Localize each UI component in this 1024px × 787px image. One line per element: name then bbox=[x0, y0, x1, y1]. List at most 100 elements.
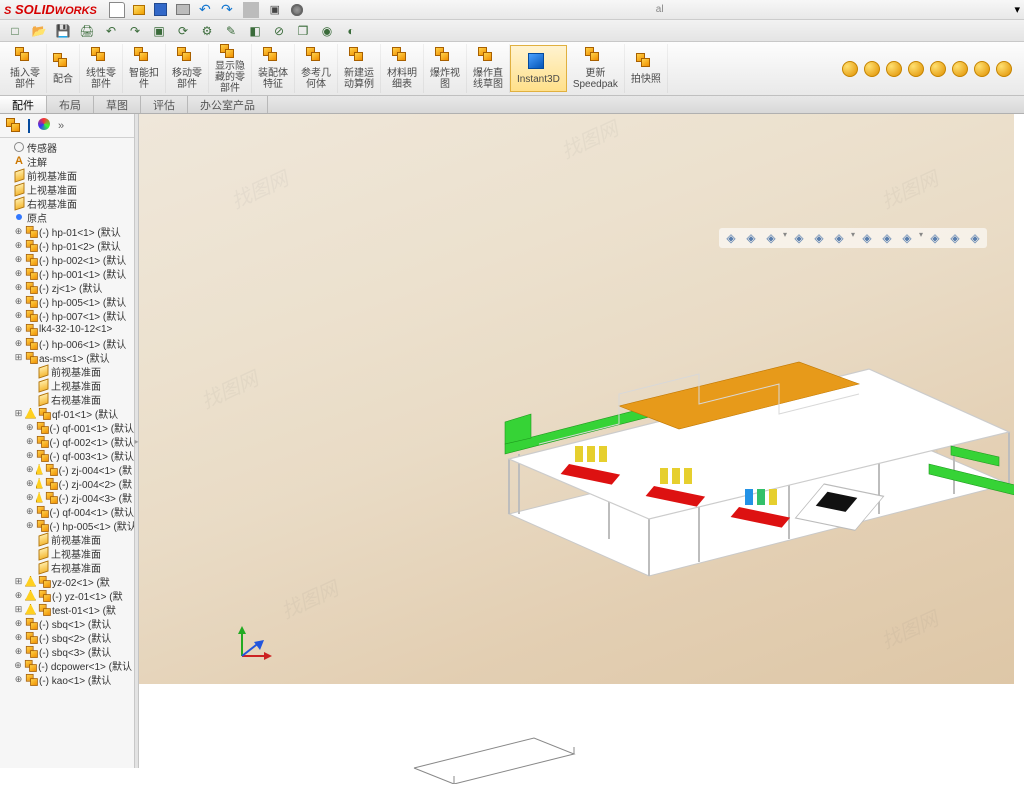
tree-item[interactable]: 前视基准面 bbox=[0, 532, 134, 546]
undo-icon[interactable]: ↶ bbox=[197, 2, 213, 18]
probe-icon[interactable] bbox=[996, 61, 1012, 77]
tree-item[interactable]: A注解 bbox=[0, 154, 134, 168]
tree-item[interactable]: 右视基准面 bbox=[0, 392, 134, 406]
camera-icon[interactable] bbox=[974, 61, 990, 77]
rebuild-icon[interactable]: ⟳ bbox=[174, 22, 192, 40]
ref-geom-button[interactable]: 参考几 何体 bbox=[295, 44, 338, 93]
appearance-icon[interactable]: ◉ bbox=[318, 22, 336, 40]
tree-item[interactable]: ⊞yz-02<1> (默 bbox=[0, 574, 134, 588]
bom-button[interactable]: 材料明 细表 bbox=[381, 44, 424, 93]
snapshot-button[interactable]: 拍快照 bbox=[625, 44, 668, 93]
title-dropdown-icon[interactable]: ▾ bbox=[1014, 3, 1020, 16]
graphics-area[interactable]: 找图网 找图网 找图网 找图网 找图网 找图网 找图网 bbox=[139, 114, 1024, 768]
model-3d[interactable] bbox=[499, 314, 1014, 594]
section-icon[interactable]: ◈ bbox=[791, 230, 807, 246]
appearance-icon[interactable]: ◈ bbox=[899, 230, 915, 246]
tree-item[interactable]: ⊕(-) sbq<2> (默认 bbox=[0, 630, 134, 644]
tree-item[interactable]: ⊕(-) kao<1> (默认 bbox=[0, 672, 134, 686]
zoom-fit-icon[interactable]: ◈ bbox=[723, 230, 739, 246]
lights-icon[interactable] bbox=[952, 61, 968, 77]
tree-item[interactable]: 上视基准面 bbox=[0, 378, 134, 392]
section-icon[interactable] bbox=[930, 61, 946, 77]
move-comp-button[interactable]: 移动零 部件 bbox=[166, 44, 209, 93]
tree-item[interactable]: ⊞test-01<1> (默 bbox=[0, 602, 134, 616]
mate-button[interactable]: 配合 bbox=[47, 44, 80, 93]
settings-icon[interactable]: ◈ bbox=[947, 230, 963, 246]
tree-item[interactable]: ⊞qf-01<1> (默认 bbox=[0, 406, 134, 420]
mate-icon[interactable]: ⊘ bbox=[270, 22, 288, 40]
tree-item[interactable]: 右视基准面 bbox=[0, 560, 134, 574]
show-hidden-button[interactable]: 显示隐 藏的零 部件 bbox=[209, 44, 252, 93]
tab-assembly[interactable]: 配件 bbox=[0, 96, 47, 113]
feature-icon[interactable]: ◧ bbox=[246, 22, 264, 40]
tab-evaluate[interactable]: 评估 bbox=[141, 96, 188, 113]
instant3d-button[interactable]: Instant3D bbox=[510, 45, 567, 92]
assembly-icon[interactable] bbox=[6, 118, 20, 134]
tree-item[interactable]: ⊕(-) hp-006<1> (默认 bbox=[0, 336, 134, 350]
explode-sketch-button[interactable]: 爆作直 线草图 bbox=[467, 44, 510, 93]
tree-item[interactable]: 右视基准面 bbox=[0, 196, 134, 210]
scene-icon[interactable]: ◈ bbox=[879, 230, 895, 246]
display-style-icon[interactable] bbox=[908, 61, 924, 77]
triad-icon[interactable] bbox=[234, 620, 278, 664]
tree-item[interactable]: ⊞as-ms<1> (默认 bbox=[0, 350, 134, 364]
viewport[interactable]: 找图网 找图网 找图网 找图网 找图网 找图网 找图网 bbox=[139, 114, 1014, 684]
tree-item[interactable]: ⊕(-) qf-003<1> (默认 bbox=[0, 448, 134, 462]
tab-office[interactable]: 办公室产品 bbox=[188, 96, 268, 113]
tree-item[interactable]: 原点 bbox=[0, 210, 134, 224]
scene-icon[interactable] bbox=[864, 61, 880, 77]
display-icon[interactable]: ◐ bbox=[342, 22, 360, 40]
tree-item[interactable]: ⊕lk4-32-10-12<1> bbox=[0, 322, 134, 336]
prev-view-icon[interactable]: ◈ bbox=[763, 230, 779, 246]
insert-part-button[interactable]: 插入零 部件 bbox=[4, 44, 47, 93]
perspective-icon[interactable]: ◈ bbox=[927, 230, 943, 246]
tree-item[interactable]: ⊕(-) zj-004<3> (默 bbox=[0, 490, 134, 504]
hide-show-icon[interactable]: ◈ bbox=[859, 230, 875, 246]
tree-item[interactable]: ⊕(-) zj-004<1> (默 bbox=[0, 462, 134, 476]
exploded-button[interactable]: 爆炸视 图 bbox=[424, 44, 467, 93]
tree-item[interactable]: 传感器 bbox=[0, 140, 134, 154]
new-icon[interactable]: □ bbox=[6, 22, 24, 40]
tree-item[interactable]: ⊕(-) hp-005<1> (默认 bbox=[0, 294, 134, 308]
rebuild-icon[interactable] bbox=[289, 2, 305, 18]
tree-item[interactable]: ⊕(-) hp-005<1> (默认 bbox=[0, 518, 134, 532]
tree-item[interactable]: ⊕(-) hp-007<1> (默认 bbox=[0, 308, 134, 322]
tree-item[interactable]: ⊕(-) sbq<1> (默认 bbox=[0, 616, 134, 630]
tree-item[interactable]: ⊕(-) sbq<3> (默认 bbox=[0, 644, 134, 658]
tree-item[interactable]: ⊕(-) yz-01<1> (默 bbox=[0, 588, 134, 602]
view-orient-icon[interactable]: ◈ bbox=[811, 230, 827, 246]
asm-feature-button[interactable]: 装配体 特征 bbox=[252, 44, 295, 93]
component-icon[interactable]: ❐ bbox=[294, 22, 312, 40]
zoom-area-icon[interactable]: ◈ bbox=[743, 230, 759, 246]
appearance-icon[interactable] bbox=[842, 61, 858, 77]
save-icon[interactable] bbox=[153, 2, 169, 18]
tree-item[interactable]: 前视基准面 bbox=[0, 364, 134, 378]
tree-item[interactable]: 上视基准面 bbox=[0, 546, 134, 560]
tree-item[interactable]: ⊕(-) qf-004<1> (默认 bbox=[0, 504, 134, 518]
redo-icon[interactable]: ↷ bbox=[126, 22, 144, 40]
tree-item[interactable]: ⊕(-) zj-004<2> (默 bbox=[0, 476, 134, 490]
tree-item[interactable]: ⊕(-) hp-01<2> (默认 bbox=[0, 238, 134, 252]
tree-expand-icon[interactable]: » bbox=[58, 120, 64, 132]
smart-fasteners-button[interactable]: 智能扣 件 bbox=[123, 44, 166, 93]
open-icon[interactable]: 📂 bbox=[30, 22, 48, 40]
save-icon[interactable]: 💾 bbox=[54, 22, 72, 40]
tree-item[interactable]: ⊕(-) qf-001<1> (默认 bbox=[0, 420, 134, 434]
undo-icon[interactable]: ↶ bbox=[102, 22, 120, 40]
tree-item[interactable]: 前视基准面 bbox=[0, 168, 134, 182]
tree-item[interactable]: 上视基准面 bbox=[0, 182, 134, 196]
full-screen-icon[interactable]: ◈ bbox=[967, 230, 983, 246]
print-icon[interactable]: 🖨 bbox=[78, 22, 96, 40]
config-icon[interactable] bbox=[28, 120, 30, 132]
tree-item[interactable]: ⊕(-) zj<1> (默认 bbox=[0, 280, 134, 294]
select-icon[interactable]: ▣ bbox=[150, 22, 168, 40]
feature-tree[interactable]: 传感器A注解前视基准面上视基准面右视基准面原点⊕(-) hp-01<1> (默认… bbox=[0, 138, 134, 768]
tree-item[interactable]: ⊕(-) hp-001<1> (默认 bbox=[0, 266, 134, 280]
tree-item[interactable]: ⊕(-) hp-002<1> (默认 bbox=[0, 252, 134, 266]
new-motion-button[interactable]: 新建运 动算例 bbox=[338, 44, 381, 93]
sketch-icon[interactable]: ✎ bbox=[222, 22, 240, 40]
redo-icon[interactable]: ↷ bbox=[219, 2, 235, 18]
display-style-icon[interactable]: ◈ bbox=[831, 230, 847, 246]
new-icon[interactable] bbox=[109, 2, 125, 18]
options-icon[interactable]: ⚙ bbox=[198, 22, 216, 40]
